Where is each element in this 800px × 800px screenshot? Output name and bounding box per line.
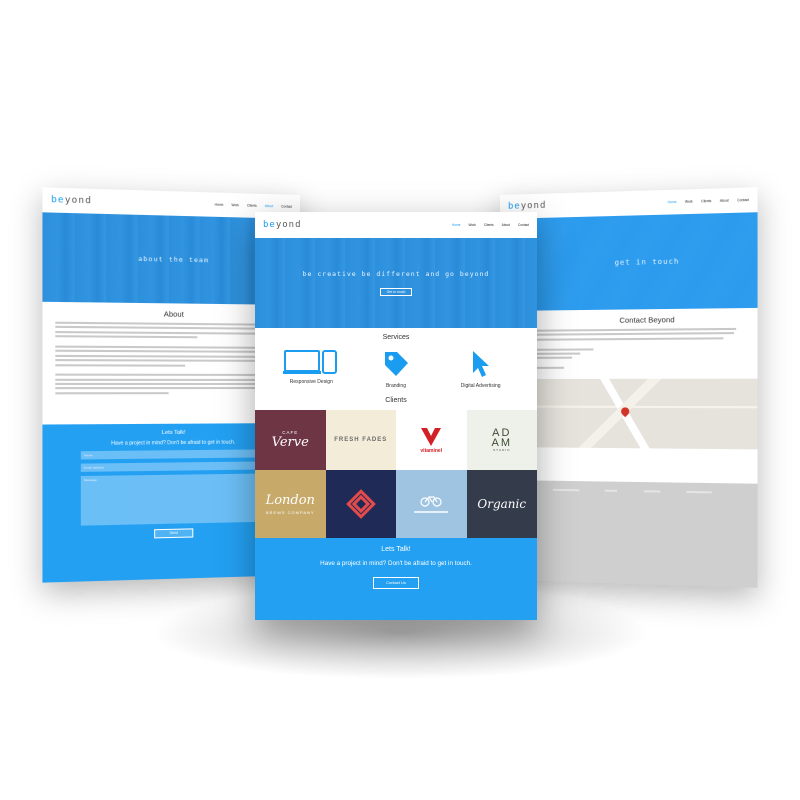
nav-work[interactable]: Work <box>231 203 238 207</box>
clients-heading: Clients <box>385 397 407 404</box>
nav-about[interactable]: About <box>502 223 510 227</box>
hero-title: get in touch <box>614 257 680 267</box>
contact-page-mockup: beyond Home Work Clients About Contact g… <box>500 187 758 588</box>
service-label: Digital Advertising <box>460 383 501 389</box>
nav-home[interactable]: Home <box>215 203 224 207</box>
hero-banner: get in touch <box>500 212 758 311</box>
home-page-mockup: beyond Home Work Clients About Contact b… <box>255 212 537 620</box>
client-logo-bike[interactable] <box>396 470 467 538</box>
email-field[interactable]: Email address <box>80 461 265 472</box>
contact-text <box>500 327 758 370</box>
footer <box>500 480 758 588</box>
nav-work[interactable]: Work <box>685 200 693 204</box>
client-logo-cafe-verve[interactable]: CAFE Verve <box>255 410 326 470</box>
client-logo-organic[interactable]: Organic <box>466 470 537 538</box>
bicycle-icon <box>420 496 442 507</box>
location-map[interactable] <box>500 378 758 450</box>
service-responsive-design: Responsive Design <box>276 349 346 389</box>
client-logo-london-brews[interactable]: London BREWS COMPANY <box>255 470 326 538</box>
hero-title: about the team <box>138 254 209 265</box>
logo: beyond <box>263 220 302 230</box>
devices-icon <box>283 350 338 374</box>
nav-links: Home Work Clients About Contact <box>215 203 292 209</box>
nav-clients[interactable]: Clients <box>484 223 494 227</box>
cta-section: Lets Talk! Have a project in mind? Don't… <box>255 538 537 620</box>
services-row: Responsive Design Branding Digital Adver… <box>255 345 537 393</box>
client-logo-fresh-fades[interactable]: Fresh Fades <box>325 410 396 470</box>
cta-text: Have a project in mind? Don't be afraid … <box>320 560 472 567</box>
nav-clients[interactable]: Clients <box>701 199 711 203</box>
hero-title: be creative be different and go beyond <box>302 270 490 278</box>
nav-clients[interactable]: Clients <box>247 204 257 208</box>
send-button[interactable]: Send <box>154 528 194 539</box>
nav-contact[interactable]: Contact <box>281 204 292 208</box>
service-digital-advertising: Digital Advertising <box>446 349 516 389</box>
message-field[interactable]: Message <box>80 473 265 526</box>
tag-icon <box>384 352 408 376</box>
services-heading: Services <box>382 334 410 341</box>
name-field[interactable]: Name <box>80 449 265 460</box>
navbar: beyond Home Work Clients About Contact <box>255 212 537 238</box>
logo: beyond <box>507 200 547 212</box>
nav-links: Home Work Clients About Contact <box>452 223 529 227</box>
service-label: Responsive Design <box>289 379 333 385</box>
service-branding: Branding <box>361 349 431 389</box>
cursor-icon <box>472 351 489 377</box>
contact-us-button[interactable]: Contact Us <box>373 577 419 589</box>
service-label: Branding <box>385 383 406 389</box>
client-logo-adam-studio[interactable]: AD AM STUDIO <box>466 410 537 470</box>
nav-about[interactable]: About <box>265 204 273 208</box>
hero-contact-button[interactable]: Get in touch <box>379 288 413 296</box>
contact-heading: Contact Beyond <box>619 315 675 325</box>
nav-contact[interactable]: Contact <box>518 223 529 227</box>
nav-home[interactable]: Home <box>668 200 677 204</box>
client-logo-knot[interactable] <box>325 470 396 538</box>
nav-work[interactable]: Work <box>469 223 476 227</box>
nav-contact[interactable]: Contact <box>737 198 749 202</box>
knot-logo-icon <box>345 489 376 519</box>
nav-links: Home Work Clients About Contact <box>668 198 749 204</box>
client-logo-vitaminel[interactable]: vitaminel <box>396 410 467 470</box>
nav-home[interactable]: Home <box>452 223 461 227</box>
map-pin-icon <box>619 405 632 418</box>
clients-grid: CAFE Verve Fresh Fades vitaminel AD AM S… <box>255 410 537 538</box>
vitaminel-v-icon <box>421 428 442 446</box>
nav-about[interactable]: About <box>720 198 729 202</box>
hero-banner: be creative be different and go beyond G… <box>255 238 537 328</box>
logo: beyond <box>51 194 92 207</box>
cta-heading: Lets Talk! <box>381 546 411 553</box>
